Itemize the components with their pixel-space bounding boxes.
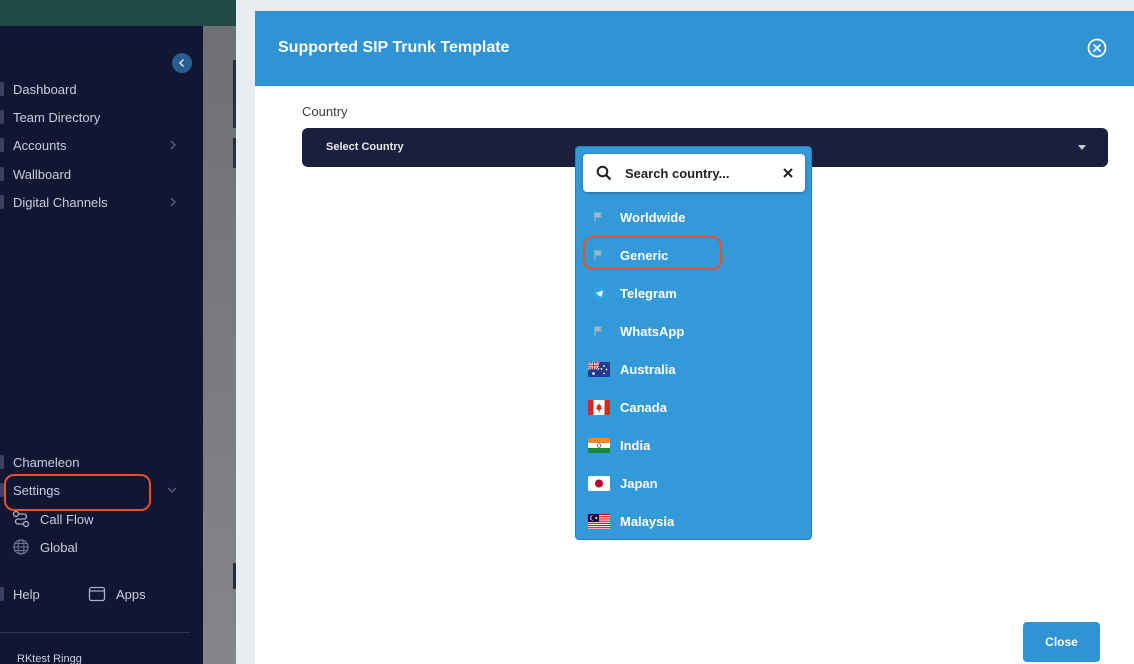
- country-option-canada[interactable]: Canada: [576, 392, 811, 422]
- generic-flag-icon: [588, 210, 610, 225]
- country-option-malaysia[interactable]: Malaysia: [576, 506, 811, 536]
- country-option-worldwide[interactable]: Worldwide: [576, 202, 811, 232]
- dashboard-icon: [0, 82, 4, 96]
- country-dropdown: Worldwide Generic Telegram WhatsApp: [575, 146, 812, 540]
- country-option-label: Telegram: [620, 285, 677, 301]
- sidebar-collapse-button[interactable]: [172, 53, 192, 73]
- sidebar-item-chameleon[interactable]: Chameleon: [0, 451, 190, 473]
- australia-flag-icon: [588, 361, 610, 377]
- sidebar-item-help[interactable]: Help: [0, 583, 90, 605]
- country-option-australia[interactable]: Australia: [576, 354, 811, 384]
- sidebar-subitem-global[interactable]: Global: [12, 535, 78, 559]
- wallboard-icon: [0, 167, 4, 181]
- sidebar-subitem-label: Global: [40, 539, 78, 555]
- sidebar-item-apps[interactable]: Apps: [88, 582, 146, 606]
- search-icon: [596, 165, 612, 181]
- background-page-edge: [203, 26, 236, 664]
- call-flow-highlight-annotation: [4, 474, 151, 511]
- caret-down-icon: [1078, 145, 1086, 150]
- country-option-label: Worldwide: [620, 209, 686, 225]
- sidebar-item-accounts[interactable]: Accounts: [0, 134, 190, 156]
- team-icon: [0, 110, 4, 124]
- country-field-label: Country: [302, 104, 348, 119]
- modal-title: Supported SIP Trunk Template: [278, 39, 510, 56]
- apps-icon: [88, 586, 106, 602]
- sidebar-item-label: Chameleon: [13, 454, 80, 470]
- sidebar-item-digital-channels[interactable]: Digital Channels: [0, 191, 190, 213]
- sidebar-item-team-directory[interactable]: Team Directory: [0, 106, 190, 128]
- route-icon: [12, 510, 30, 528]
- sidebar-item-label: Help: [13, 586, 40, 602]
- country-option-india[interactable]: India: [576, 430, 811, 460]
- generic-highlight-annotation: [583, 236, 722, 270]
- country-option-telegram[interactable]: Telegram: [576, 278, 811, 308]
- modal-header: Supported SIP Trunk Template: [255, 11, 1134, 86]
- country-option-whatsapp[interactable]: WhatsApp: [576, 316, 811, 346]
- sidebar: Dashboard Team Directory Accounts Wallbo…: [0, 26, 203, 664]
- chevron-right-icon: [170, 197, 176, 207]
- sidebar-item-label: Wallboard: [13, 166, 72, 182]
- canada-flag-icon: [588, 399, 610, 415]
- country-option-label: India: [620, 437, 651, 453]
- sidebar-item-label: Team Directory: [13, 109, 101, 125]
- chevron-right-icon: [170, 140, 176, 150]
- accounts-icon: [0, 138, 4, 152]
- close-button[interactable]: Close: [1023, 622, 1100, 662]
- chevron-left-icon: [178, 58, 185, 68]
- country-search-input[interactable]: [625, 161, 765, 185]
- clear-icon[interactable]: [782, 167, 794, 179]
- globe-icon: [13, 539, 29, 555]
- sidebar-item-label: Accounts: [13, 137, 67, 153]
- country-option-label: Australia: [620, 361, 676, 377]
- top-bar: [0, 0, 236, 26]
- india-flag-icon: [588, 437, 610, 453]
- chameleon-icon: [0, 455, 4, 469]
- country-option-label: WhatsApp: [620, 323, 685, 339]
- telegram-icon: [588, 286, 610, 301]
- country-option-label: Malaysia: [620, 513, 675, 529]
- sidebar-item-label: Apps: [116, 586, 146, 602]
- account-name: RKtest Ringg: [17, 653, 82, 664]
- sidebar-item-label: Dashboard: [13, 81, 77, 97]
- country-select-placeholder: Select Country: [326, 141, 404, 153]
- sidebar-item-wallboard[interactable]: Wallboard: [0, 163, 190, 185]
- generic-flag-icon: [588, 324, 610, 339]
- chevron-down-icon: [167, 487, 177, 493]
- sidebar-item-label: Digital Channels: [13, 194, 108, 210]
- country-option-japan[interactable]: Japan: [576, 468, 811, 498]
- japan-flag-icon: [588, 475, 610, 491]
- country-option-label: Japan: [620, 475, 658, 491]
- sidebar-subitem-label: Call Flow: [40, 511, 94, 527]
- sidebar-item-dashboard[interactable]: Dashboard: [0, 78, 190, 100]
- country-search-box[interactable]: [583, 154, 805, 192]
- channels-icon: [0, 195, 4, 209]
- close-circle-icon[interactable]: [1087, 38, 1107, 58]
- malaysia-flag-icon: [588, 513, 610, 529]
- help-icon: [0, 587, 4, 601]
- sidebar-divider: [0, 632, 190, 633]
- country-option-label: Canada: [620, 399, 667, 415]
